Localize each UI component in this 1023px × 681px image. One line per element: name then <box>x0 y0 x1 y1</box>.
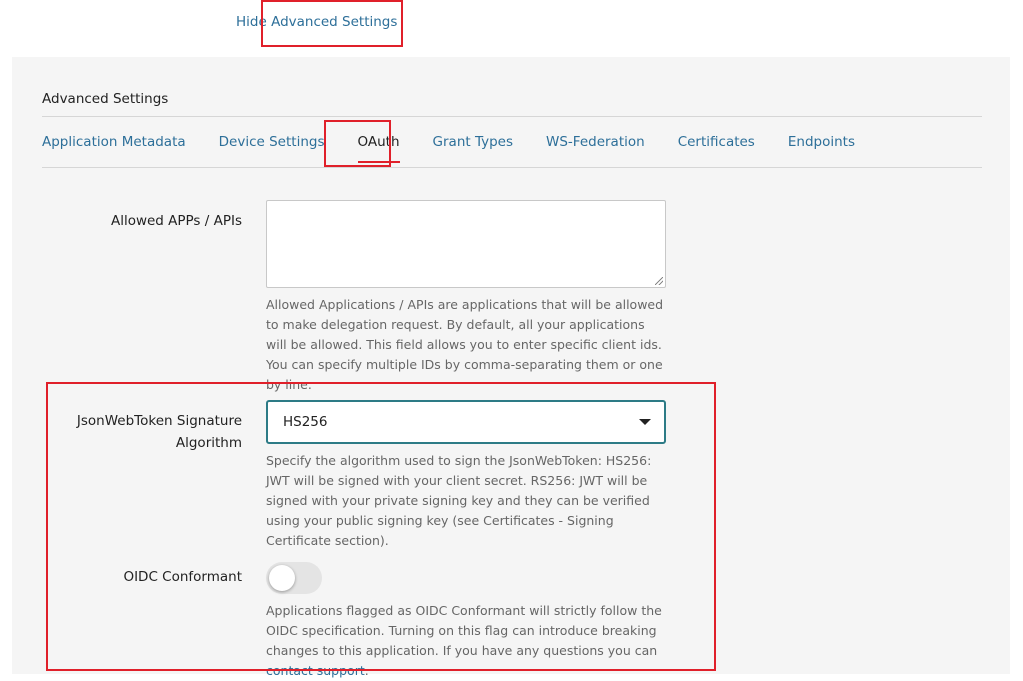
resize-grip-icon[interactable] <box>655 277 663 285</box>
allowed-apps-help: Allowed Applications / APIs are applicat… <box>266 297 664 392</box>
highlight-box <box>261 0 403 47</box>
highlight-box <box>46 382 716 671</box>
tab-certificates[interactable]: Certificates <box>678 134 755 150</box>
tab-device-settings[interactable]: Device Settings <box>219 134 325 150</box>
panel-title: Advanced Settings <box>42 91 169 107</box>
allowed-apps-label: Allowed APPs / APIs <box>110 213 242 229</box>
tab-endpoints[interactable]: Endpoints <box>788 134 855 150</box>
tab-ws-federation[interactable]: WS-Federation <box>546 134 645 150</box>
allowed-apps-textarea[interactable] <box>266 200 666 288</box>
tab-grant-types[interactable]: Grant Types <box>433 134 513 150</box>
tab-application-metadata[interactable]: Application Metadata <box>42 134 186 150</box>
divider <box>42 167 982 168</box>
settings-tabs: Application Metadata Device Settings OAu… <box>42 117 888 167</box>
highlight-box <box>324 120 391 167</box>
